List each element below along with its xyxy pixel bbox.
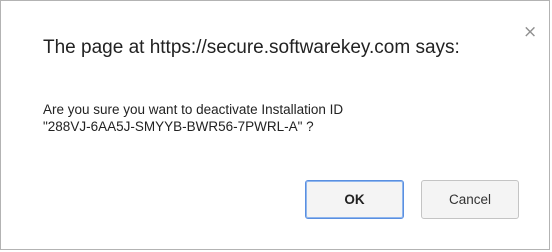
ok-button[interactable]: OK [305,180,404,219]
message-line-1: Are you sure you want to deactivate Inst… [43,102,344,117]
cancel-button[interactable]: Cancel [421,180,519,219]
message-line-2: "288VJ-6AA5J-SMYYB-BWR56-7PWRL-A" ? [43,119,314,134]
confirm-dialog: × The page at https://secure.softwarekey… [0,0,550,250]
ok-button-label: OK [344,192,365,207]
cancel-button-label: Cancel [448,192,492,207]
dialog-message: Are you sure you want to deactivate Inst… [43,101,513,135]
dialog-title: The page at https://secure.softwarekey.c… [43,37,460,58]
close-icon[interactable]: × [523,24,537,41]
